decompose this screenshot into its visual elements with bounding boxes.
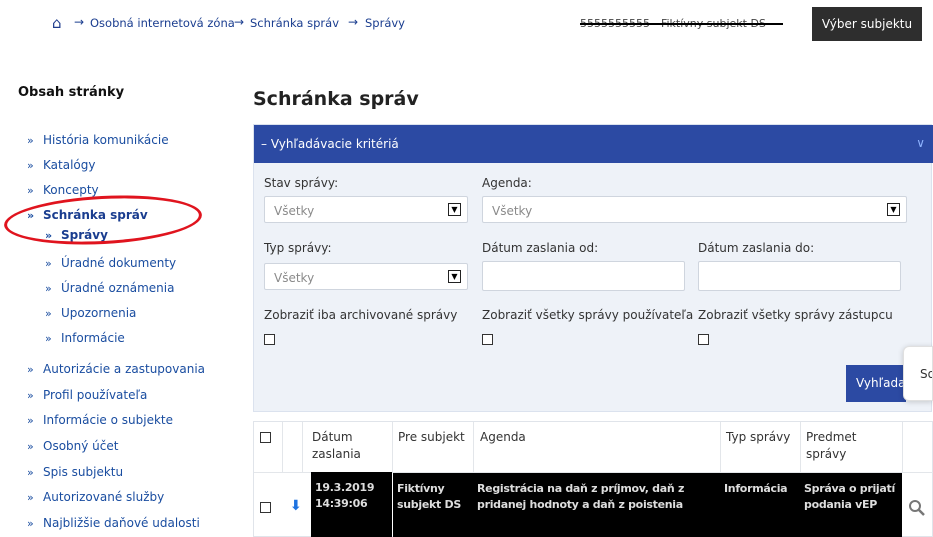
sidebar-item-osobny-ucet[interactable]: » Osobný účet: [27, 439, 118, 453]
sidebar-item-uradne-dokumenty[interactable]: » Úradné dokumenty: [45, 256, 176, 270]
panel-title: – Vyhľadávacie kritériá: [261, 137, 399, 151]
arrow-right-icon: →: [234, 15, 245, 29]
chevron-right-icon: »: [27, 440, 34, 453]
chevron-right-icon: »: [27, 517, 34, 530]
sidebar-item-koncepty[interactable]: » Koncepty: [27, 183, 99, 197]
sidebar-item-informacie[interactable]: » Informácie: [45, 331, 125, 345]
panel-header[interactable]: – Vyhľadávacie kritériá ∨: [254, 125, 933, 163]
home-icon[interactable]: ⌂: [52, 14, 62, 32]
sidebar-item-spis[interactable]: » Spis subjektu: [27, 465, 123, 479]
chevron-down-icon: ▼: [448, 203, 461, 216]
chevron-right-icon: »: [45, 307, 52, 320]
column-header-agenda[interactable]: Agenda: [480, 429, 526, 446]
sidebar-item-katalogy[interactable]: » Katalógy: [27, 158, 95, 172]
chevron-right-icon: »: [27, 414, 34, 427]
sidebar-item-autorizovane-sluzby[interactable]: » Autorizované služby: [27, 490, 164, 504]
arrow-down-icon: ⬇: [290, 498, 302, 514]
chevron-down-icon: ▼: [887, 203, 900, 216]
chevron-right-icon: »: [27, 184, 34, 197]
arrow-right-icon: →: [348, 15, 359, 29]
chevron-right-icon: »: [45, 332, 52, 345]
sidebar-item-danove-udalosti[interactable]: » Najbližšie daňové udalosti: [27, 516, 200, 530]
typ-label: Typ správy:: [264, 241, 332, 255]
select-all-checkbox[interactable]: [260, 432, 271, 443]
chevron-down-icon: ▼: [448, 270, 461, 283]
column-header-type[interactable]: Typ správy: [726, 429, 790, 446]
floating-widget[interactable]: So: [903, 346, 933, 401]
stav-select[interactable]: Všetky ▼: [264, 196, 468, 223]
sidebar-item-info-subjekt[interactable]: » Informácie o subjekte: [27, 413, 173, 427]
table-cell-topic[interactable]: Správa o prijatí podania vEP: [800, 473, 902, 537]
divider: [800, 422, 801, 472]
agenda-label: Agenda:: [482, 176, 532, 190]
chevron-down-icon[interactable]: ∨: [916, 136, 925, 150]
divider: [902, 422, 903, 472]
date-to-label: Dátum zaslania do:: [698, 241, 815, 255]
table-cell-agenda[interactable]: Registrácia na daň z príjmov, daň z prid…: [473, 473, 720, 537]
magnifier-icon[interactable]: [908, 499, 926, 517]
divider: [282, 422, 283, 472]
table-cell-type[interactable]: Informácia: [720, 473, 800, 537]
sidebar-item-profil[interactable]: » Profil používateľa: [27, 388, 147, 402]
archived-label: Zobraziť iba archivované správy: [264, 308, 458, 322]
all-rep-label: Zobraziť všetky správy zástupcu: [698, 308, 893, 322]
red-circle-annotation: [2, 190, 204, 250]
select-subject-button[interactable]: Výber subjektu: [812, 7, 922, 41]
redaction-line: [580, 23, 783, 25]
stav-label: Stav správy:: [264, 176, 339, 190]
sidebar-item-uradne-oznamenia[interactable]: » Úradné oznámenia: [45, 281, 174, 295]
sidebar-item-historia[interactable]: » História komunikácie: [27, 133, 169, 147]
chevron-right-icon: »: [27, 134, 34, 147]
all-user-checkbox[interactable]: [482, 334, 493, 345]
sidebar-item-autorizacie[interactable]: » Autorizácie a zastupovania: [27, 362, 205, 376]
all-rep-checkbox[interactable]: [698, 334, 709, 345]
chevron-right-icon: »: [27, 159, 34, 172]
sidebar-item-upozornenia[interactable]: » Upozornenia: [45, 306, 136, 320]
archived-checkbox[interactable]: [264, 334, 275, 345]
chevron-right-icon: »: [27, 466, 34, 479]
chevron-right-icon: »: [45, 257, 52, 270]
column-header-topic[interactable]: Predmet správy: [806, 429, 876, 463]
all-user-label: Zobraziť všetky správy používateľa: [482, 308, 694, 322]
page-title: Schránka správ: [253, 88, 419, 110]
chevron-right-icon: »: [27, 389, 34, 402]
date-from-input[interactable]: [482, 261, 685, 291]
divider: [720, 422, 721, 472]
table-cell-date-visible[interactable]: 19.3.2019 14:39:06: [311, 472, 392, 537]
agenda-select[interactable]: Všetky ▼: [482, 196, 907, 223]
divider: [302, 422, 303, 472]
divider: [473, 422, 474, 472]
search-criteria-panel: – Vyhľadávacie kritériá ∨ Stav správy: V…: [253, 124, 933, 412]
divider: [392, 422, 393, 472]
breadcrumb-item-spravy: Správy: [365, 16, 405, 30]
search-button[interactable]: Vyhľadať: [846, 365, 906, 402]
typ-select[interactable]: Všetky ▼: [264, 263, 468, 290]
table-cell-subject[interactable]: Fiktívny subjekt DS: [393, 473, 474, 537]
top-bar: ⌂ → Osobná internetová zóna → Schránka s…: [0, 0, 933, 48]
column-header-date[interactable]: Dátum zaslania: [312, 429, 382, 463]
breadcrumb-item-osobna-zona[interactable]: Osobná internetová zóna: [90, 16, 235, 30]
chevron-right-icon: »: [27, 491, 34, 504]
date-from-label: Dátum zaslania od:: [482, 241, 599, 255]
column-header-subject[interactable]: Pre subjekt: [398, 429, 465, 446]
chevron-right-icon: »: [27, 363, 34, 376]
date-to-input[interactable]: [698, 261, 901, 291]
breadcrumb-item-schranka[interactable]: Schránka správ: [250, 16, 339, 30]
chevron-right-icon: »: [45, 282, 52, 295]
row-checkbox[interactable]: [260, 502, 271, 513]
sidebar-title: Obsah stránky: [18, 85, 125, 100]
arrow-right-icon: →: [74, 15, 85, 29]
